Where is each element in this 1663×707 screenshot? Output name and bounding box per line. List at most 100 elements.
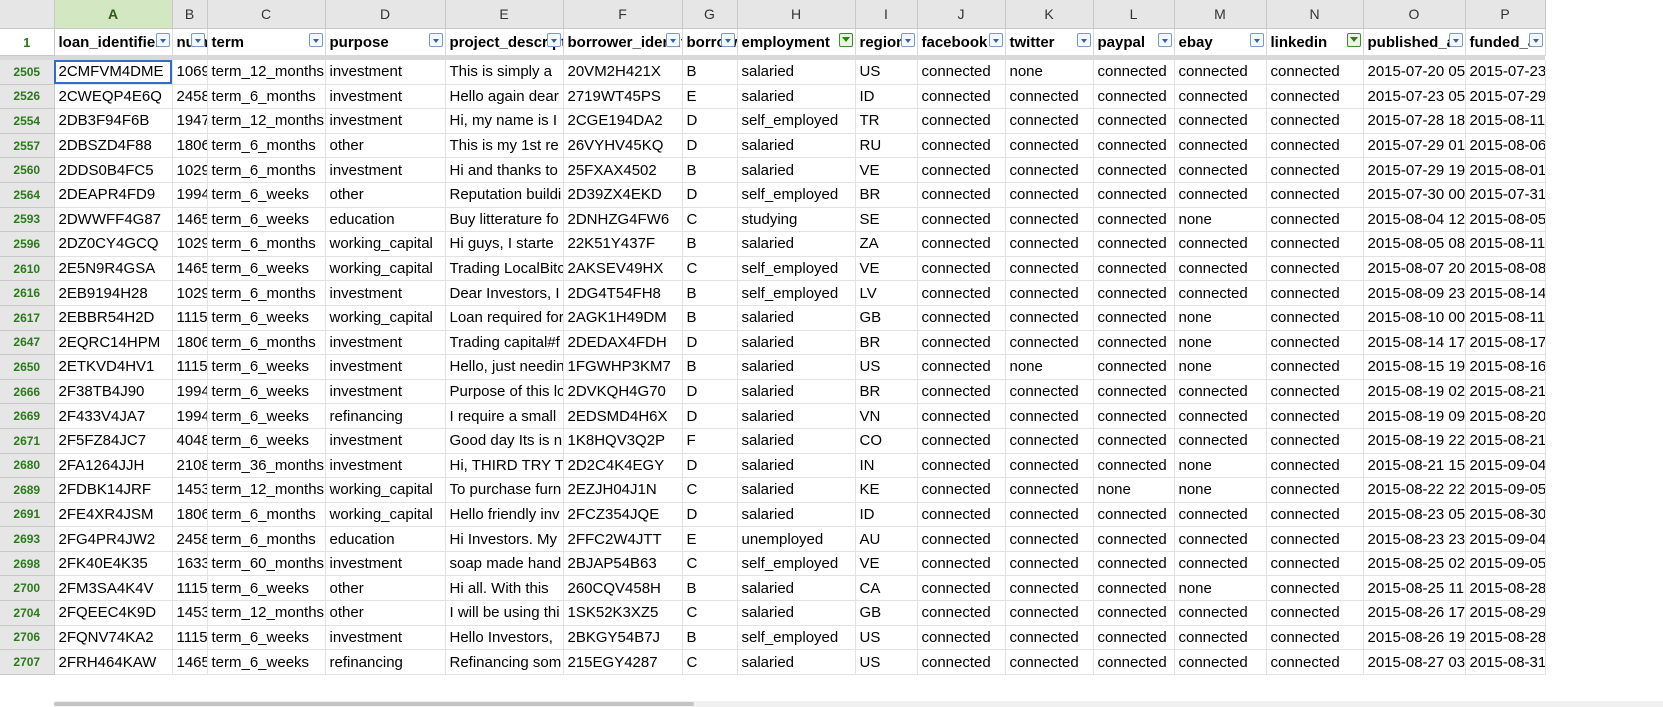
table-cell[interactable]: 2FE4XR4JSM: [54, 502, 173, 528]
table-cell[interactable]: connected: [1093, 108, 1175, 134]
table-cell[interactable]: 2CWEQP4E6Q: [54, 84, 173, 110]
table-cell[interactable]: connected: [917, 600, 1006, 626]
table-cell[interactable]: connected: [917, 207, 1006, 233]
table-cell[interactable]: connected: [1093, 133, 1175, 159]
table-cell[interactable]: D: [682, 182, 738, 208]
autofilter-dropdown-icon[interactable]: [428, 33, 443, 47]
table-cell[interactable]: connected: [1174, 256, 1267, 282]
table-cell[interactable]: connected: [917, 649, 1006, 675]
table-cell[interactable]: salaried: [737, 428, 856, 454]
table-cell[interactable]: none: [1174, 207, 1267, 233]
table-cell[interactable]: 2FK40E4K35: [54, 551, 173, 577]
table-cell[interactable]: Hi and thanks to: [445, 157, 564, 183]
field-header-cell[interactable]: purpose: [325, 28, 446, 56]
table-cell[interactable]: salaried: [737, 84, 856, 110]
table-cell[interactable]: connected: [917, 157, 1006, 183]
table-cell[interactable]: refinancing: [325, 649, 446, 675]
row-number[interactable]: 1: [0, 28, 55, 56]
table-cell[interactable]: connected: [1266, 60, 1364, 85]
table-cell[interactable]: 2F5FZ84JC7: [54, 428, 173, 454]
table-cell[interactable]: 1994: [172, 182, 208, 208]
table-cell[interactable]: connected: [1093, 649, 1175, 675]
column-header-c[interactable]: C: [207, 0, 326, 29]
table-cell[interactable]: none: [1174, 575, 1267, 602]
table-cell[interactable]: C: [682, 551, 738, 577]
table-cell[interactable]: investment: [325, 157, 446, 183]
table-cell[interactable]: connected: [1093, 453, 1175, 479]
table-cell[interactable]: 1806: [172, 133, 208, 159]
table-cell[interactable]: VE: [855, 157, 918, 183]
table-cell[interactable]: 1K8HQV3Q2P: [563, 428, 683, 454]
table-cell[interactable]: 2AKSEV49HX: [563, 256, 683, 282]
table-cell[interactable]: connected: [917, 403, 1006, 429]
table-cell[interactable]: connected: [917, 379, 1006, 405]
table-cell[interactable]: term_6_weeks: [207, 256, 326, 282]
table-cell[interactable]: connected: [1266, 354, 1364, 380]
table-cell[interactable]: 2AGK1H49DM: [563, 305, 683, 331]
autofilter-dropdown-icon[interactable]: [308, 33, 323, 47]
table-cell[interactable]: Trading capital#f: [445, 330, 564, 356]
table-cell[interactable]: 1029: [172, 157, 208, 183]
table-cell[interactable]: education: [325, 207, 446, 233]
table-cell[interactable]: term_6_weeks: [207, 207, 326, 233]
column-header-d[interactable]: D: [325, 0, 446, 29]
table-cell[interactable]: connected: [1174, 182, 1267, 208]
table-cell[interactable]: 2CGE194DA2: [563, 108, 683, 134]
table-cell[interactable]: connected: [1005, 231, 1094, 257]
table-cell[interactable]: B: [682, 575, 738, 602]
table-cell[interactable]: none: [1093, 477, 1175, 503]
table-cell[interactable]: 2015-08-26 19:59: [1363, 625, 1466, 651]
row-number[interactable]: 2700: [0, 575, 55, 602]
table-cell[interactable]: term_6_weeks: [207, 182, 326, 208]
table-cell[interactable]: connected: [917, 280, 1006, 306]
table-cell[interactable]: I will be using thi: [445, 600, 564, 626]
table-cell[interactable]: 2015-08-11: [1465, 108, 1546, 134]
table-cell[interactable]: 2015-08-05: [1465, 207, 1546, 233]
table-cell[interactable]: IN: [855, 453, 918, 479]
table-cell[interactable]: connected: [917, 354, 1006, 380]
row-number[interactable]: 2669: [0, 403, 55, 429]
table-cell[interactable]: term_6_weeks: [207, 575, 326, 602]
table-cell[interactable]: connected: [917, 108, 1006, 134]
autofilter-dropdown-icon[interactable]: [988, 33, 1003, 47]
column-header-j[interactable]: J: [917, 0, 1006, 29]
table-cell[interactable]: term_6_months: [207, 526, 326, 552]
autofilter-dropdown-icon[interactable]: [1157, 33, 1172, 47]
table-cell[interactable]: 1115: [172, 625, 208, 651]
table-cell[interactable]: working_capital: [325, 231, 446, 257]
table-cell[interactable]: connected: [917, 133, 1006, 159]
table-cell[interactable]: education: [325, 526, 446, 552]
table-cell[interactable]: self_employed: [737, 551, 856, 577]
field-header-cell[interactable]: region: [855, 28, 918, 56]
table-cell[interactable]: connected: [1266, 502, 1364, 528]
table-cell[interactable]: connected: [1005, 207, 1094, 233]
table-cell[interactable]: 2DEAPR4FD9: [54, 182, 173, 208]
table-cell[interactable]: D: [682, 379, 738, 405]
table-cell[interactable]: Trading LocalBitc: [445, 256, 564, 282]
table-cell[interactable]: 2EQRC14HPM: [54, 330, 173, 356]
table-cell[interactable]: term_60_months: [207, 551, 326, 577]
table-cell[interactable]: 20VM2H421X: [563, 60, 683, 85]
table-cell[interactable]: This is my 1st re: [445, 133, 564, 159]
table-cell[interactable]: VE: [855, 256, 918, 282]
table-cell[interactable]: 2BJAP54B63: [563, 551, 683, 577]
table-cell[interactable]: Purpose of this lo: [445, 379, 564, 405]
table-cell[interactable]: C: [682, 256, 738, 282]
table-cell[interactable]: 2EBBR54H2D: [54, 305, 173, 331]
table-cell[interactable]: none: [1174, 305, 1267, 331]
column-header-o[interactable]: O: [1363, 0, 1466, 29]
row-number[interactable]: 2650: [0, 354, 55, 380]
table-cell[interactable]: 1994: [172, 379, 208, 405]
table-cell[interactable]: 2015-08-17: [1465, 330, 1546, 356]
table-cell[interactable]: Hello, just needin: [445, 354, 564, 380]
table-cell[interactable]: none: [1005, 60, 1094, 85]
table-cell[interactable]: 2BKGY54B7J: [563, 625, 683, 651]
table-cell[interactable]: connected: [1266, 526, 1364, 552]
table-cell[interactable]: 1453: [172, 477, 208, 503]
table-cell[interactable]: 2015-07-23 05:39: [1363, 84, 1466, 110]
table-cell[interactable]: connected: [1266, 551, 1364, 577]
active-cell[interactable]: 2CMFVM4DME: [54, 60, 173, 85]
table-cell[interactable]: VN: [855, 403, 918, 429]
table-cell[interactable]: 2015-08-16: [1465, 354, 1546, 380]
autofilter-dropdown-icon[interactable]: [190, 33, 205, 47]
